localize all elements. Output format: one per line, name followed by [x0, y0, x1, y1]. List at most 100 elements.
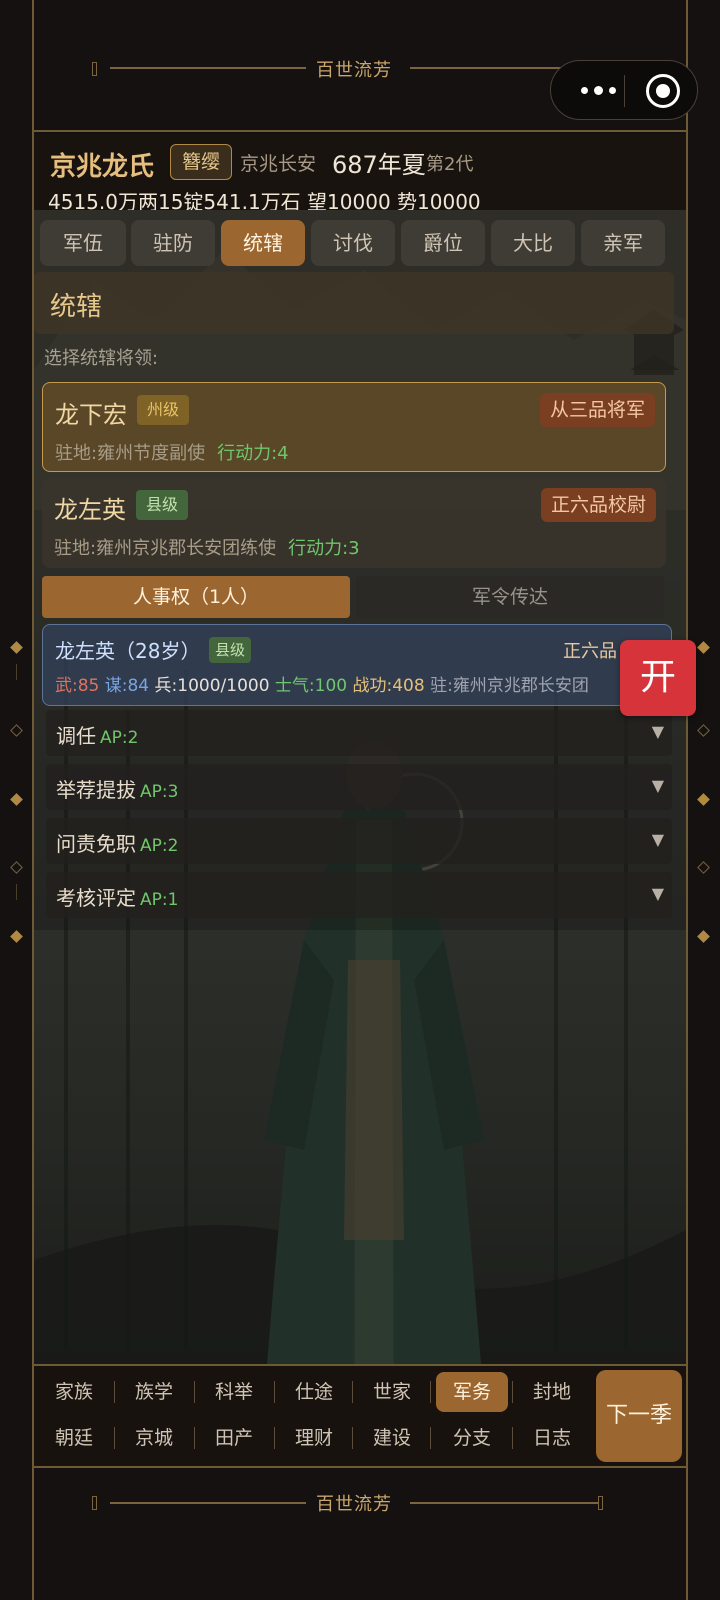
general-rank-badge: 正六品校尉 [540, 488, 656, 522]
general-station-text: 驻地:雍州京兆郡长安团练使 [54, 538, 277, 559]
mini-program-capsule [550, 60, 698, 120]
action-name: 举荐提拔 [56, 778, 136, 802]
general-rank-badge: 从三品将军 [539, 393, 655, 427]
clan-generation: 第2代 [426, 154, 474, 175]
right-ornament-diamond [697, 861, 710, 874]
nav-divider [352, 1381, 353, 1403]
stat-troops: 兵:1000/1000 [154, 676, 270, 696]
action-evaluate[interactable]: 考核评定 AP:1 ▼ [46, 872, 672, 918]
nav-military[interactable]: 军务 [436, 1372, 508, 1412]
next-season-button[interactable]: 下一季 [596, 1370, 682, 1462]
stat-strategy: 谋:84 [104, 676, 150, 696]
banner-left-line [110, 67, 306, 69]
nav-capital[interactable]: 京城 [118, 1418, 190, 1458]
subordinate-rank: 正六品 [563, 641, 617, 662]
stat-morale: 士气:100 [274, 676, 348, 696]
nav-exam[interactable]: 科举 [198, 1372, 270, 1412]
nav-divider [114, 1381, 115, 1403]
bottom-navigation: 家族 族学 科举 仕途 世家 军务 封地 朝廷 京城 田产 理财 建设 分支 日… [34, 1364, 686, 1466]
right-ornament-diamond [697, 930, 710, 943]
action-name: 调任 [56, 724, 96, 748]
action-ap-cost: AP:1 [140, 890, 179, 910]
bottom-banner: 百世流芳 [34, 1466, 686, 1600]
nav-school[interactable]: 族学 [118, 1372, 190, 1412]
action-label: 举荐提拔 AP:3 [56, 774, 178, 803]
expand-arrow-icon: ▼ [651, 776, 664, 795]
nav-log[interactable]: 日志 [516, 1418, 588, 1458]
nav-divider [512, 1381, 513, 1403]
action-label: 考核评定 AP:1 [56, 882, 178, 911]
expand-arrow-icon: ▼ [651, 722, 664, 741]
general-station-text: 驻地:雍州节度副使 [55, 443, 206, 464]
general-level-badge: 县级 [136, 490, 188, 520]
subordinate-detail-card[interactable]: 龙左英（28岁） 县级 正六品 武:85 谋:84 兵:1000/1000 士气… [42, 624, 672, 706]
action-dismiss[interactable]: 问责免职 AP:2 ▼ [46, 818, 672, 864]
banner-title: 百世流芳 [316, 1494, 392, 1515]
right-ornament-diamond [697, 793, 710, 806]
expand-arrow-icon: ▼ [651, 884, 664, 903]
banner-right-cap [598, 1496, 603, 1510]
left-ornament-diamond [10, 861, 23, 874]
action-name: 问责免职 [56, 832, 136, 856]
action-promote[interactable]: 举荐提拔 AP:3 ▼ [46, 764, 672, 810]
action-name: 考核评定 [56, 886, 136, 910]
tab-garrison[interactable]: 驻防 [131, 220, 215, 266]
nav-court[interactable]: 朝廷 [38, 1418, 110, 1458]
nav-divider [114, 1427, 115, 1449]
tab-campaign[interactable]: 讨伐 [311, 220, 395, 266]
left-ornament-dash [16, 884, 17, 900]
nav-build[interactable]: 建设 [356, 1418, 428, 1458]
general-name: 龙下宏 [55, 401, 127, 429]
nav-farmland[interactable]: 田产 [198, 1418, 270, 1458]
right-ornament-diamond [697, 724, 710, 737]
nav-divider [430, 1427, 431, 1449]
general-card[interactable]: 龙左英 县级 正六品校尉 驻地:雍州京兆郡长安团练使 行动力:3 [42, 478, 666, 568]
subtab-orders[interactable]: 军令传达 [356, 576, 664, 618]
action-ap-cost: AP:3 [140, 782, 179, 802]
subordinate-stats: 武:85 谋:84 兵:1000/1000 士气:100 战功:408 驻:雍州… [55, 671, 655, 696]
section-title: 统辖 [50, 292, 103, 322]
general-station: 驻地:雍州节度副使 行动力:4 [55, 439, 289, 465]
nav-career[interactable]: 仕途 [278, 1372, 350, 1412]
action-ap-cost: AP:2 [100, 728, 139, 748]
nav-branch[interactable]: 分支 [436, 1418, 508, 1458]
general-action-points: 行动力:4 [217, 443, 289, 464]
nav-divider [430, 1381, 431, 1403]
clan-header: 京兆龙氏 簪缨 京兆长安 687年夏 第2代 4515.0万两15锭541.1万… [34, 134, 686, 214]
nav-clans[interactable]: 世家 [356, 1372, 428, 1412]
nav-finance[interactable]: 理财 [278, 1418, 350, 1458]
general-card-selected[interactable]: 龙下宏 州级 从三品将军 驻地:雍州节度副使 行动力:4 [42, 382, 666, 472]
more-options-icon[interactable] [573, 77, 623, 103]
capsule-divider [624, 75, 625, 107]
banner-left-cap [92, 1496, 97, 1510]
action-transfer[interactable]: 调任 AP:2 ▼ [46, 710, 672, 756]
close-target-icon[interactable] [646, 74, 680, 108]
subordinate-name: 龙左英（28岁） [55, 639, 201, 663]
nav-divider [194, 1381, 195, 1403]
tab-army[interactable]: 军伍 [40, 220, 126, 266]
clan-badge[interactable]: 簪缨 [170, 144, 232, 180]
main-scene: 军伍 驻防 统辖 讨伐 爵位 大比 亲军 统辖 选择统辖将领: 龙下宏 州级 从… [34, 210, 686, 1364]
tab-tournament[interactable]: 大比 [491, 220, 575, 266]
action-ap-cost: AP:2 [140, 836, 179, 856]
tab-guard[interactable]: 亲军 [581, 220, 665, 266]
nav-divider [352, 1427, 353, 1449]
left-ornament-diamond [10, 793, 23, 806]
left-ornament-diamond [10, 641, 23, 654]
tab-command[interactable]: 统辖 [221, 220, 305, 266]
stat-martial: 武:85 [55, 676, 100, 696]
stat-merit: 战功:408 [352, 676, 425, 696]
nav-divider [194, 1427, 195, 1449]
tab-nobility[interactable]: 爵位 [401, 220, 485, 266]
general-action-points: 行动力:3 [288, 538, 360, 559]
open-button[interactable]: 开 [620, 640, 696, 716]
game-date: 687年夏 [332, 151, 426, 179]
subtab-personnel[interactable]: 人事权（1人） [42, 576, 350, 618]
banner-title: 百世流芳 [316, 60, 392, 81]
banner-left-line [110, 1502, 306, 1504]
general-name: 龙左英 [54, 496, 126, 524]
stat-station: 驻:雍州京兆郡长安团 [430, 676, 589, 696]
left-ornament-diamond [10, 724, 23, 737]
nav-fief[interactable]: 封地 [516, 1372, 588, 1412]
nav-family[interactable]: 家族 [38, 1372, 110, 1412]
